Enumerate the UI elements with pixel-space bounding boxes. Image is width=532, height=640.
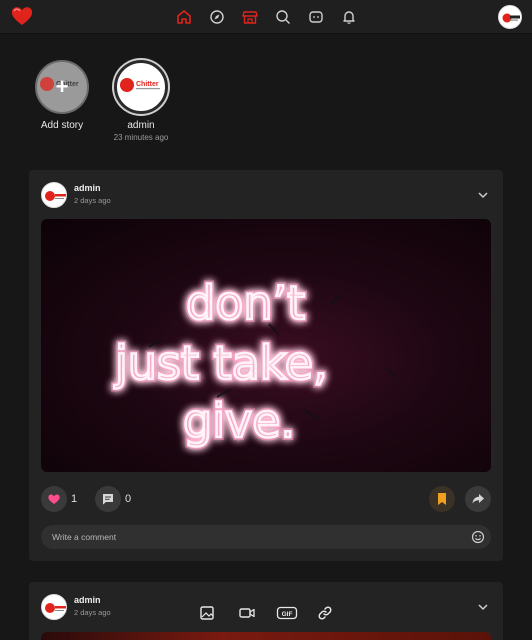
comment-field[interactable] [41, 525, 491, 549]
comment-icon [103, 494, 113, 505]
chevron-down-icon[interactable] [477, 188, 489, 200]
plus-icon: + [55, 74, 69, 99]
neon-sign-photo: don’t don’t just take, just take, give. … [111, 273, 398, 451]
store-icon[interactable] [242, 9, 258, 25]
chat-icon[interactable] [308, 9, 324, 25]
post-actions: 1 0 [41, 486, 491, 512]
post-image[interactable]: don’t don’t just take, just take, give. … [41, 219, 491, 472]
story-label: admin [127, 120, 155, 131]
story-label: Add story [40, 120, 84, 131]
add-story-avatar[interactable]: Chitter + [35, 60, 89, 114]
like-count: 1 [71, 493, 78, 505]
svg-text:Chitter: Chitter [136, 81, 159, 88]
bookmark-icon [438, 493, 446, 505]
bell-icon[interactable] [341, 9, 357, 25]
comment-button[interactable] [95, 486, 121, 512]
explore-icon[interactable] [209, 9, 225, 25]
user-avatar[interactable] [498, 5, 522, 29]
post-author-avatar[interactable] [41, 182, 67, 208]
bookmark-button[interactable] [429, 486, 455, 512]
comment-count: 0 [125, 493, 132, 505]
composer-toolbar: GIF [0, 604, 532, 624]
top-navigation-bar [0, 0, 532, 34]
svg-text:don’t: don’t [186, 276, 305, 330]
story-time: 23 minutes ago [113, 133, 169, 142]
video-icon[interactable] [238, 604, 256, 622]
like-button[interactable] [41, 486, 67, 512]
post-card: admin 2 days ago don’t don’t just take, … [29, 170, 503, 561]
share-button[interactable] [465, 486, 491, 512]
post-image[interactable] [41, 632, 491, 640]
post-header: admin 2 days ago [29, 170, 503, 216]
link-icon[interactable] [316, 604, 334, 622]
gif-icon[interactable]: GIF [276, 604, 298, 622]
svg-text:give.: give. [183, 394, 295, 448]
share-icon [472, 494, 484, 504]
story-item-admin[interactable]: Chitter admin 23 minutes ago [101, 60, 181, 142]
heart-icon [48, 494, 60, 504]
svg-text:GIF: GIF [282, 611, 293, 618]
post-author-name[interactable]: admin [74, 183, 101, 193]
image-icon[interactable] [198, 604, 216, 622]
comment-input[interactable] [41, 525, 441, 549]
story-avatar[interactable]: Chitter [114, 60, 168, 114]
post-timestamp: 2 days ago [74, 196, 111, 205]
brand-logo: Chitter [120, 78, 160, 92]
svg-text:just take,: just take, [114, 336, 328, 390]
home-icon[interactable] [176, 9, 192, 25]
add-story[interactable]: Chitter + Add story [22, 60, 102, 131]
search-icon[interactable] [275, 9, 291, 25]
emoji-icon[interactable] [471, 530, 485, 544]
app-logo[interactable] [10, 5, 34, 27]
